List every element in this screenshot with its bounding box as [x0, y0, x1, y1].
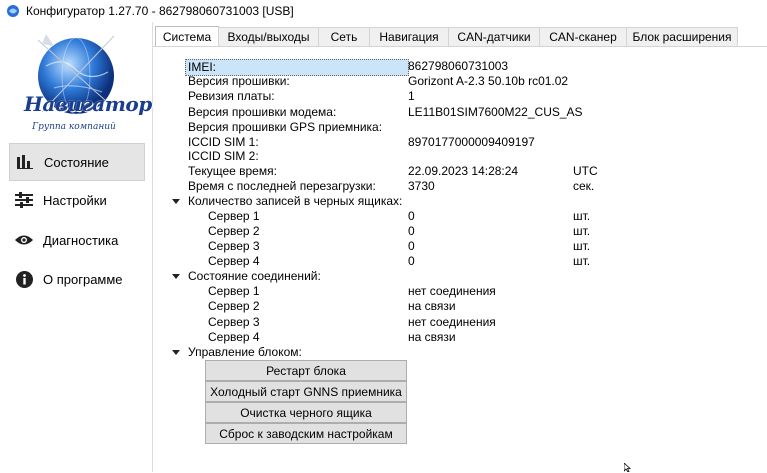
current-time-unit: UTC: [573, 164, 598, 178]
blackbox-server-value: 0: [408, 239, 415, 253]
gps-firmware-label: Версия прошивки GPS приемника:: [188, 120, 383, 134]
sidebar-item-about[interactable]: О программе: [9, 261, 143, 297]
firmware-value: Gorizont A-2.3 50.10b rc01.02: [408, 74, 569, 88]
sidebar-item-label: Диагностика: [43, 232, 119, 248]
connection-server-label: Сервер 2: [208, 299, 260, 313]
sidebar-item-label: Состояние: [44, 154, 109, 170]
chevron-down-icon: [172, 199, 180, 204]
restart-block-button[interactable]: Рестарт блока: [205, 360, 407, 381]
blackbox-group-label: Количество записей в черных ящиках:: [188, 194, 403, 208]
blackbox-server-unit: шт.: [573, 239, 591, 253]
iccid-sim1-value: 8970177000009409197: [408, 135, 535, 149]
connection-server-label: Сервер 3: [208, 315, 260, 329]
board-revision-value: 1: [408, 89, 415, 103]
iccid-sim2-label: ICCID SIM 2:: [188, 149, 259, 163]
control-group-label: Управление блоком:: [188, 345, 302, 359]
window-title: Конфигуратор 1.27.70 - 862798060731003 […: [26, 4, 294, 18]
logo-brand-text: Навигатор: [24, 92, 152, 116]
connections-group-header[interactable]: Состояние соединений:: [172, 269, 321, 284]
blackbox-server-label: Сервер 1: [208, 209, 260, 223]
connection-server-status: на связи: [408, 330, 456, 344]
blackbox-server-value: 0: [408, 254, 415, 268]
uptime-label: Время с последней перезагрузки:: [188, 179, 376, 193]
connection-server-label: Сервер 1: [208, 284, 260, 298]
tab-system[interactable]: Система: [155, 26, 219, 46]
company-logo: Навигатор Группа компаний: [24, 26, 152, 134]
connection-server-status: на связи: [408, 299, 456, 313]
modem-firmware-value: LE11B01SIM7600M22_CUS_AS: [408, 105, 583, 119]
mouse-cursor-icon: [624, 463, 632, 472]
app-icon: [7, 5, 19, 17]
tab-bar: Система Входы/выходы Сеть Навигация CAN-…: [155, 26, 738, 46]
tab-network[interactable]: Сеть: [318, 27, 370, 46]
logo-subtitle: Группа компаний: [32, 122, 116, 132]
tab-navigation[interactable]: Навигация: [369, 27, 449, 46]
bar-chart-icon: [16, 153, 34, 171]
connection-server-status: нет соединения: [408, 284, 496, 298]
blackbox-server-label: Сервер 3: [208, 239, 260, 253]
sidebar-item-status[interactable]: Состояние: [9, 143, 145, 181]
uptime-value: 3730: [408, 179, 435, 193]
iccid-sim1-label: ICCID SIM 1:: [188, 135, 259, 149]
modem-firmware-label: Версия прошивки модема:: [188, 105, 337, 119]
imei-value: 862798060731003: [408, 59, 509, 73]
sidebar-item-label: О программе: [43, 271, 123, 287]
tab-io[interactable]: Входы/выходы: [218, 27, 319, 46]
sliders-icon: [15, 191, 33, 209]
chevron-down-icon: [172, 350, 180, 355]
blackbox-server-unit: шт.: [573, 224, 591, 238]
blackbox-server-value: 0: [408, 209, 415, 223]
connections-group-label: Состояние соединений:: [188, 269, 321, 283]
gnss-cold-start-button[interactable]: Холодный старт GNNS приемника: [205, 381, 407, 402]
blackbox-group-header[interactable]: Количество записей в черных ящиках:: [172, 194, 402, 209]
current-time-value: 22.09.2023 14:28:24: [408, 164, 519, 178]
sidebar-item-diagnostics[interactable]: Диагностика: [9, 222, 143, 258]
blackbox-server-unit: шт.: [573, 254, 591, 268]
title-bar: Конфигуратор 1.27.70 - 862798060731003 […: [0, 0, 767, 22]
tab-expansion-block[interactable]: Блок расширения: [626, 27, 738, 46]
control-group-header[interactable]: Управление блоком:: [172, 345, 302, 360]
info-icon: [15, 270, 33, 288]
blackbox-server-value: 0: [408, 224, 415, 238]
sidebar-item-settings[interactable]: Настройки: [9, 182, 143, 218]
board-revision-label: Ревизия платы:: [188, 89, 275, 103]
uptime-unit: сек.: [573, 179, 595, 193]
sidebar: Навигатор Группа компаний Состояние Наст…: [0, 22, 153, 472]
current-time-label: Текущее время:: [188, 164, 277, 178]
tab-can-scanner[interactable]: CAN-сканер: [539, 27, 627, 46]
clear-blackbox-button[interactable]: Очистка черного ящика: [205, 402, 407, 423]
sidebar-item-label: Настройки: [43, 192, 107, 208]
eye-icon: [15, 231, 33, 249]
tab-can-sensors[interactable]: CAN-датчики: [448, 27, 540, 46]
blackbox-server-unit: шт.: [573, 209, 591, 223]
firmware-label: Версия прошивки:: [188, 74, 290, 88]
blackbox-server-label: Сервер 4: [208, 254, 260, 268]
chevron-down-icon: [172, 274, 180, 279]
factory-reset-button[interactable]: Сброс к заводским настройкам: [205, 423, 407, 444]
connection-server-status: нет соединения: [408, 315, 496, 329]
connection-server-label: Сервер 4: [208, 330, 260, 344]
blackbox-server-label: Сервер 2: [208, 224, 260, 238]
